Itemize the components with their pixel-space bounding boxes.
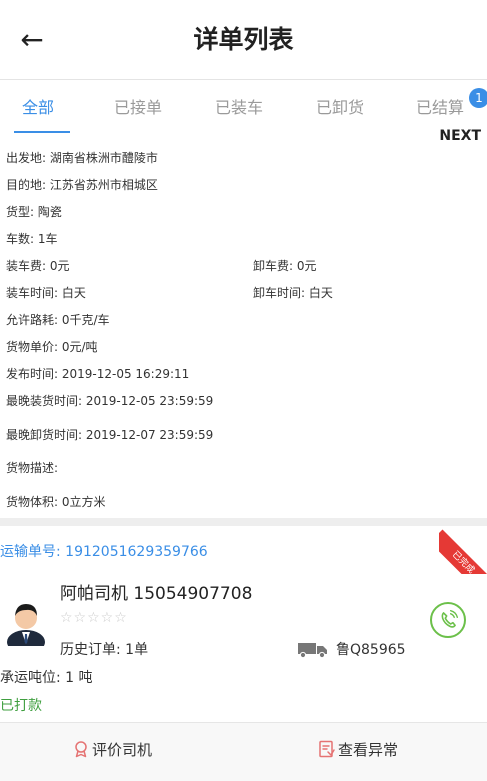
allowed-loss-text: 允许路耗: 0千克/车 <box>6 313 110 327</box>
payment-status-text: 已打款 <box>0 698 42 714</box>
vehicle-count-text: 车数: 1车 <box>6 232 58 246</box>
status-ribbon: 已完成 <box>439 526 487 574</box>
tab-unloaded[interactable]: 已卸货 <box>316 96 364 120</box>
tab-all[interactable]: 全部 <box>22 96 54 120</box>
cargo-description-text: 货物描述: <box>6 461 59 475</box>
history-orders-text: 历史订单: 1单 <box>60 642 149 658</box>
section-divider <box>0 518 487 526</box>
bottom-action-bar: 评价司机 查看异常 <box>0 722 487 781</box>
rate-driver-button[interactable]: 评价司机 <box>72 737 152 763</box>
tab-loaded[interactable]: 已装车 <box>215 96 263 120</box>
tab-badge: 1 <box>469 88 487 108</box>
rate-driver-icon <box>75 741 87 758</box>
unloading-time-text: 卸车时间: 白天 <box>253 286 333 300</box>
loading-time-text: 装车时间: 白天 <box>6 286 86 300</box>
driver-avatar-icon <box>7 604 45 646</box>
capacity-text: 承运吨位: 1 吨 <box>0 670 93 686</box>
driver-card: 运输单号: 1912051629359766 已完成 阿帕司机 15054907… <box>0 526 487 722</box>
view-exception-label: 查看异常 <box>338 741 399 759</box>
cargo-type-text: 货型: 陶瓷 <box>6 205 62 219</box>
driver-name-phone: 阿帕司机 15054907708 <box>60 584 253 604</box>
status-tabs: 全部 已接单 已装车 已卸货 已结算 <box>0 86 487 134</box>
tab-settled[interactable]: 已结算 <box>416 96 464 120</box>
license-plate-text: 鲁Q85965 <box>336 642 406 658</box>
loading-fee-text: 装车费: 0元 <box>6 259 70 273</box>
view-exception-button[interactable]: 查看异常 <box>318 737 398 763</box>
latest-unloading-text: 最晚卸货时间: 2019-12-07 23:59:59 <box>6 428 214 442</box>
call-driver-phone-icon[interactable] <box>430 602 466 638</box>
order-details: 出发地: 湖南省株洲市醴陵市 目的地: 江苏省苏州市相城区 货型: 陶瓷 车数:… <box>0 142 487 518</box>
origin-text: 出发地: 湖南省株洲市醴陵市 <box>6 151 158 165</box>
unloading-fee-text: 卸车费: 0元 <box>253 259 317 273</box>
latest-loading-text: 最晚装货时间: 2019-12-05 23:59:59 <box>6 394 214 408</box>
driver-rating-stars: ☆☆☆☆☆ <box>60 610 128 626</box>
transport-order-number: 运输单号: 1912051629359766 <box>0 544 208 560</box>
active-tab-indicator <box>14 131 70 133</box>
page-title: 详单列表 <box>193 25 294 54</box>
cargo-volume-text: 货物体积: 0立方米 <box>6 495 106 509</box>
exception-report-icon <box>319 740 335 758</box>
tab-accepted[interactable]: 已接单 <box>114 96 162 120</box>
header-bar: ← 详单列表 <box>0 0 487 80</box>
truck-icon <box>298 643 327 658</box>
publish-time-text: 发布时间: 2019-12-05 16:29:11 <box>6 367 190 381</box>
destination-text: 目的地: 江苏省苏州市相城区 <box>6 178 158 192</box>
rate-driver-label: 评价司机 <box>92 741 153 759</box>
ribbon-label: 已完成 <box>439 529 487 574</box>
unit-price-text: 货物单价: 0元/吨 <box>6 340 98 354</box>
